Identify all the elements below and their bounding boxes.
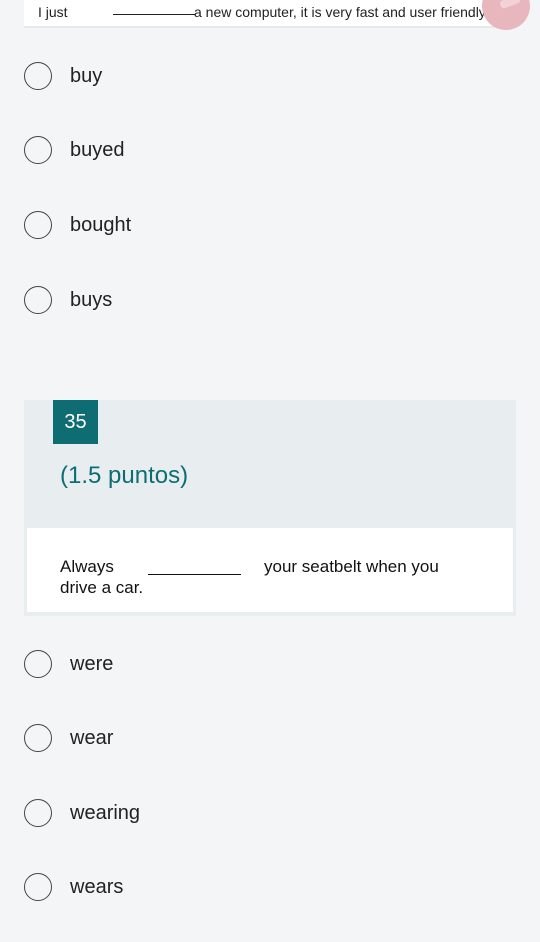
radio-icon[interactable] (24, 873, 52, 901)
question-number-badge: 35 (53, 400, 98, 444)
stem-blank (148, 574, 241, 575)
option-wear[interactable]: wear (24, 718, 324, 758)
radio-icon[interactable] (24, 136, 52, 164)
stem-end: drive a car. (60, 578, 144, 597)
radio-icon[interactable] (24, 286, 52, 314)
prev-question-image: I just a new computer, it is very fast a… (24, 0, 530, 30)
radio-icon[interactable] (24, 724, 52, 752)
question-stem: Always your seatbelt when you drive a ca… (27, 528, 513, 612)
stem-start: Always (60, 557, 114, 576)
option-label: wearing (70, 801, 141, 824)
option-label: wear (70, 726, 114, 749)
prev-option-buy[interactable]: buy (24, 56, 324, 96)
prev-option-buys[interactable]: buys (24, 280, 324, 320)
radio-icon[interactable] (24, 650, 52, 678)
radio-icon[interactable] (24, 211, 52, 239)
question-points: (1.5 puntos) (60, 462, 189, 489)
option-label: buyed (70, 138, 125, 161)
option-wears[interactable]: wears (24, 867, 324, 907)
radio-icon[interactable] (24, 62, 52, 90)
floating-action-icon[interactable] (482, 0, 530, 30)
option-label: bought (70, 213, 132, 236)
option-label: wears (70, 875, 124, 898)
prev-question-blank (113, 14, 195, 15)
option-label: were (70, 652, 114, 675)
option-wearing[interactable]: wearing (24, 793, 324, 833)
prev-option-buyed[interactable]: buyed (24, 130, 324, 170)
question-card: 35 (1.5 puntos) Always your seatbelt whe… (24, 400, 516, 616)
option-label: buy (70, 64, 103, 87)
prev-question-text-before: I just (38, 4, 68, 20)
prev-option-bought[interactable]: bought (24, 205, 324, 245)
option-were[interactable]: were (24, 644, 324, 684)
prev-question-text-after: a new computer, it is very fast and user… (194, 4, 489, 20)
option-label: buys (70, 288, 113, 311)
radio-icon[interactable] (24, 799, 52, 827)
stem-middle: your seatbelt when you (264, 557, 439, 576)
